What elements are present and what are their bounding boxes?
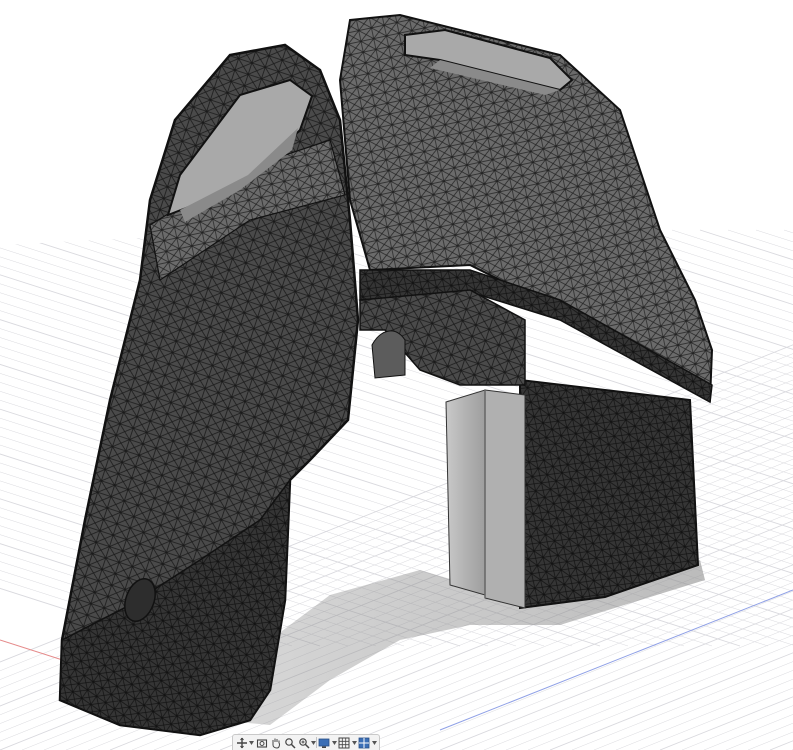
design-viewport[interactable] [0,0,793,750]
support-posts [445,389,526,609]
grid-line [783,229,793,234]
pan-icon[interactable] [269,736,283,749]
orbit-icon[interactable] [235,736,249,749]
display-mode-icon[interactable] [317,736,331,749]
grid-line [747,731,793,750]
grid-icon[interactable] [337,736,351,749]
zoom-icon[interactable] [283,736,297,749]
look-at-icon[interactable] [255,736,269,749]
navigation-toolbar [232,734,380,750]
fit-icon[interactable] [297,736,311,749]
viewports-dropdown-icon[interactable] [371,736,377,749]
viewports-icon[interactable] [357,736,371,749]
